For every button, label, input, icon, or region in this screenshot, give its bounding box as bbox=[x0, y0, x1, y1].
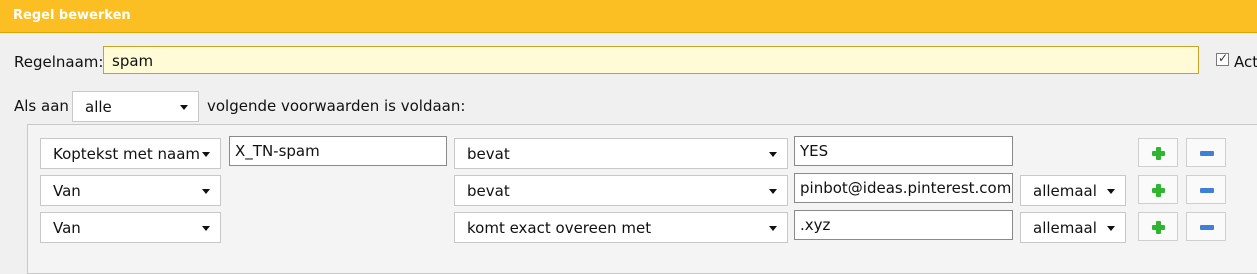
rule-name-field[interactable]: spam bbox=[103, 46, 1199, 74]
rule-name-label: Regelnaam: bbox=[14, 53, 104, 71]
checkmark-icon: ✓ bbox=[1218, 51, 1229, 65]
minus-icon bbox=[1200, 225, 1214, 230]
add-condition-button[interactable] bbox=[1138, 138, 1178, 167]
active-checkbox[interactable]: ✓ bbox=[1216, 51, 1229, 66]
remove-condition-button[interactable] bbox=[1186, 175, 1226, 204]
plus-icon bbox=[1152, 184, 1165, 197]
condition-value-input[interactable]: pinbot@ideas.pinterest.com bbox=[794, 173, 1013, 203]
condition-field-value: Koptekst met naam bbox=[53, 145, 201, 163]
match-mode-value: alle bbox=[85, 98, 112, 116]
plus-icon bbox=[1152, 221, 1165, 234]
condition-value-input[interactable]: YES bbox=[794, 136, 1013, 166]
chevron-down-icon bbox=[202, 189, 210, 194]
condition-field-dropdown[interactable]: Van bbox=[40, 212, 221, 243]
condition-operator-value: bevat bbox=[467, 182, 510, 200]
chevron-down-icon bbox=[769, 226, 777, 231]
chevron-down-icon bbox=[202, 152, 210, 157]
condition-scope-dropdown[interactable]: allemaal bbox=[1020, 212, 1126, 243]
condition-operator-value: komt exact overeen met bbox=[467, 219, 652, 237]
condition-scope-dropdown[interactable]: allemaal bbox=[1020, 175, 1126, 206]
chevron-down-icon bbox=[1107, 226, 1115, 231]
chevron-down-icon bbox=[769, 152, 777, 157]
condition-value-input[interactable]: .xyz bbox=[794, 210, 1013, 240]
condition-field-value: Van bbox=[53, 219, 81, 237]
title-bar: Regel bewerken bbox=[0, 0, 1257, 33]
condition-scope-value: allemaal bbox=[1033, 182, 1097, 200]
chevron-down-icon bbox=[769, 189, 777, 194]
add-condition-button[interactable] bbox=[1138, 175, 1178, 204]
match-prefix-label: Als aan bbox=[14, 97, 69, 115]
chevron-down-icon bbox=[1107, 189, 1115, 194]
condition-field-value: Van bbox=[53, 182, 81, 200]
condition-operator-dropdown[interactable]: bevat bbox=[454, 175, 788, 206]
match-mode-dropdown[interactable]: alle bbox=[72, 91, 199, 122]
header-name-input[interactable]: X_TN-spam bbox=[229, 136, 447, 166]
minus-icon bbox=[1200, 188, 1214, 193]
chevron-down-icon bbox=[180, 105, 188, 110]
condition-scope-value: allemaal bbox=[1033, 219, 1097, 237]
condition-field-dropdown[interactable]: Koptekst met naam bbox=[40, 138, 221, 169]
plus-icon bbox=[1152, 147, 1165, 160]
chevron-down-icon bbox=[202, 226, 210, 231]
remove-condition-button[interactable] bbox=[1186, 212, 1226, 241]
remove-condition-button[interactable] bbox=[1186, 138, 1226, 167]
window-title: Regel bewerken bbox=[13, 8, 131, 23]
minus-icon bbox=[1200, 151, 1214, 156]
active-label: Act bbox=[1234, 53, 1257, 71]
condition-operator-dropdown[interactable]: komt exact overeen met bbox=[454, 212, 788, 243]
condition-operator-value: bevat bbox=[467, 145, 510, 163]
condition-operator-dropdown[interactable]: bevat bbox=[454, 138, 788, 169]
condition-field-dropdown[interactable]: Van bbox=[40, 175, 221, 206]
add-condition-button[interactable] bbox=[1138, 212, 1178, 241]
match-suffix-label: volgende voorwaarden is voldaan: bbox=[207, 97, 466, 115]
